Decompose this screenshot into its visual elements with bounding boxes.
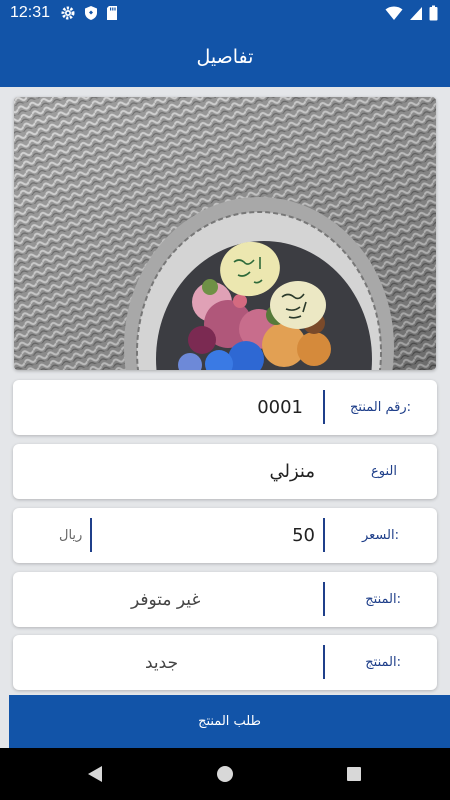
divider <box>323 582 325 616</box>
product-number-value: 0001 <box>257 397 303 418</box>
home-icon[interactable] <box>216 764 234 788</box>
condition-label: المنتج: <box>365 655 401 670</box>
condition-card: المنتج: جديد <box>13 635 437 690</box>
type-label: النوع <box>371 464 397 479</box>
status-time: 12:31 <box>10 4 51 21</box>
page-title: تفاصيل <box>196 46 254 68</box>
app-bar: تفاصيل <box>0 27 450 87</box>
divider <box>323 518 325 552</box>
availability-label: المنتج: <box>365 592 401 607</box>
battery-icon <box>429 5 438 25</box>
product-number-label: رقم المنتج: <box>350 400 411 415</box>
product-number-card: رقم المنتج: 0001 <box>13 380 437 435</box>
product-image[interactable] <box>14 97 436 370</box>
status-bar: 12:31 <box>0 0 450 27</box>
wifi-icon <box>385 5 403 25</box>
type-value: منزلي <box>269 461 316 482</box>
order-product-button[interactable]: طلب المنتج <box>9 695 450 748</box>
shield-icon <box>84 5 98 25</box>
back-icon[interactable] <box>86 764 104 788</box>
condition-value: جديد <box>145 652 179 673</box>
product-photo-illustration <box>14 97 436 370</box>
price-value: 50 <box>292 525 315 546</box>
divider <box>323 390 325 424</box>
type-card: النوع منزلي <box>13 444 437 499</box>
availability-card: المنتج: غير متوفر <box>13 572 437 627</box>
sd-card-icon <box>106 5 118 25</box>
price-label: السعر: <box>361 528 399 543</box>
recents-icon[interactable] <box>345 764 363 788</box>
navigation-bar <box>0 748 450 800</box>
currency-unit: ريال <box>59 528 83 543</box>
gear-icon <box>60 5 76 25</box>
availability-value: غير متوفر <box>131 589 201 610</box>
divider <box>323 645 325 679</box>
signal-icon <box>409 5 423 25</box>
divider <box>90 518 92 552</box>
price-card: السعر: 50 ريال <box>13 508 437 563</box>
